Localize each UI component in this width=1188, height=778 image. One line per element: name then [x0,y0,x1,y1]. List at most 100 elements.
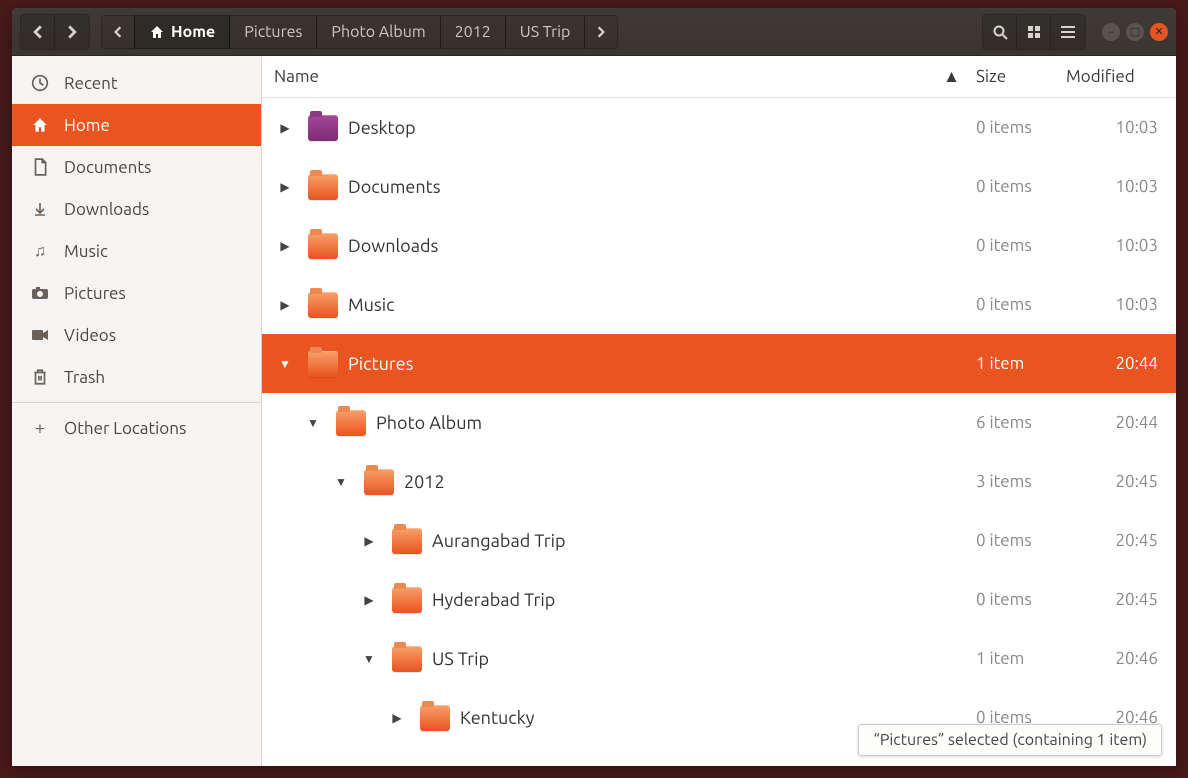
sidebar-item-trash[interactable]: Trash [12,356,261,398]
file-modified: 20:45 [1066,590,1176,609]
disclosure-open-icon[interactable]: ▼ [276,357,294,371]
disclosure-closed-icon[interactable]: ▶ [276,239,294,253]
file-size: 0 items [976,236,1066,255]
toolbar-actions [982,14,1086,50]
breadcrumb-home[interactable]: Home [134,15,230,49]
file-list[interactable]: ▶Desktop0 items10:03▶Documents0 items10:… [262,98,1176,766]
home-icon [30,116,50,134]
status-text: “Pictures” selected (containing 1 item) [873,731,1147,749]
file-size: 1 item [976,649,1066,668]
disclosure-closed-icon[interactable]: ▶ [276,298,294,312]
down-icon [30,200,50,218]
file-name: Kentucky [460,708,534,728]
file-size: 1 item [976,354,1066,373]
file-size: 0 items [976,177,1066,196]
breadcrumb-item[interactable]: US Trip [505,15,586,49]
maximize-button[interactable]: ▢ [1126,23,1144,41]
breadcrumb-item[interactable]: Pictures [229,15,317,49]
path-overflow-button[interactable] [584,15,618,49]
file-row[interactable]: ▼Photo Album6 items20:44 [262,393,1176,452]
titlebar: Home Pictures Photo Album 2012 US Trip ‒ [12,8,1176,56]
close-button[interactable]: ✕ [1150,23,1168,41]
file-row[interactable]: ▶Music0 items10:03 [262,275,1176,334]
sidebar-separator [12,402,261,403]
file-row[interactable]: ▶Aurangabad Trip0 items20:45 [262,511,1176,570]
plus-icon: + [30,418,50,438]
column-headers: Name ▲ Size Modified [262,56,1176,98]
file-modified: 20:44 [1066,413,1176,432]
disclosure-closed-icon[interactable]: ▶ [360,593,378,607]
sidebar-item-other-locations[interactable]: +Other Locations [12,407,261,449]
file-manager-window: Home Pictures Photo Album 2012 US Trip ‒ [12,8,1176,766]
home-icon [149,24,165,40]
sidebar-item-videos[interactable]: Videos [12,314,261,356]
path-bar: Home Pictures Photo Album 2012 US Trip [102,15,976,49]
folder-icon [308,292,338,318]
search-button[interactable] [983,15,1017,49]
sidebar-item-label: Videos [64,326,116,345]
folder-icon [392,528,422,554]
file-size: 0 items [976,118,1066,137]
sidebar-item-documents[interactable]: Documents [12,146,261,188]
search-icon [992,24,1008,40]
file-row[interactable]: ▼Pictures1 item20:44 [262,334,1176,393]
folder-icon [336,410,366,436]
file-row[interactable]: ▶ Desktop 0 items10:03 [262,98,1176,157]
disclosure-closed-icon[interactable]: ▶ [276,121,294,135]
file-row[interactable]: ▶Documents0 items10:03 [262,157,1176,216]
file-modified: 10:03 [1066,118,1176,137]
sidebar-item-pictures[interactable]: Pictures [12,272,261,314]
disclosure-closed-icon[interactable]: ▶ [360,534,378,548]
back-button[interactable] [21,15,55,49]
file-modified: 10:03 [1066,236,1176,255]
disclosure-closed-icon[interactable]: ▶ [276,180,294,194]
folder-icon [392,587,422,613]
disclosure-open-icon[interactable]: ▼ [332,475,350,489]
file-size: 6 items [976,413,1066,432]
breadcrumb-item[interactable]: Photo Album [316,15,440,49]
sidebar-item-label: Trash [64,368,105,387]
file-name: Desktop [348,118,416,138]
sidebar-item-recent[interactable]: Recent [12,62,261,104]
body: RecentHomeDocumentsDownloads♫MusicPictur… [12,56,1176,766]
column-size[interactable]: Size [976,67,1066,86]
file-size: 0 items [976,295,1066,314]
minimize-button[interactable]: ‒ [1102,23,1120,41]
sidebar-item-music[interactable]: ♫Music [12,230,261,272]
column-label: Name [274,67,319,86]
file-row[interactable]: ▶Downloads0 items10:03 [262,216,1176,275]
trash-icon [30,368,50,386]
sidebar-item-downloads[interactable]: Downloads [12,188,261,230]
file-size: 0 items [976,531,1066,550]
folder-icon [420,705,450,731]
hamburger-icon [1060,25,1076,39]
maximize-icon: ▢ [1130,25,1140,38]
file-row[interactable]: ▶Hyderabad Trip0 items20:45 [262,570,1176,629]
minimize-icon: ‒ [1108,26,1114,38]
file-modified: 20:45 [1066,472,1176,491]
disclosure-open-icon[interactable]: ▼ [304,416,322,430]
doc-icon [30,158,50,176]
breadcrumb-label: Photo Album [331,23,425,41]
sidebar-item-home[interactable]: Home [12,104,261,146]
folder-icon [308,233,338,259]
file-row[interactable]: ▼20123 items20:45 [262,452,1176,511]
column-name[interactable]: Name ▲ [274,67,976,87]
grid-icon [1027,25,1041,39]
folder-icon [392,646,422,672]
view-grid-button[interactable] [1017,15,1051,49]
disclosure-open-icon[interactable]: ▼ [360,652,378,666]
clock-icon [30,74,50,92]
disclosure-closed-icon[interactable]: ▶ [388,711,406,725]
camera-icon [30,285,50,301]
file-row[interactable]: ▼US Trip1 item20:46 [262,629,1176,688]
window-controls: ‒ ▢ ✕ [1102,23,1168,41]
forward-button[interactable] [55,15,89,49]
column-modified[interactable]: Modified [1066,67,1176,86]
file-name: Pictures [348,354,413,374]
sidebar: RecentHomeDocumentsDownloads♫MusicPictur… [12,56,262,766]
file-name: 2012 [404,472,445,492]
breadcrumb-item[interactable]: 2012 [440,15,506,49]
path-start-button[interactable] [101,15,135,49]
hamburger-menu-button[interactable] [1051,15,1085,49]
